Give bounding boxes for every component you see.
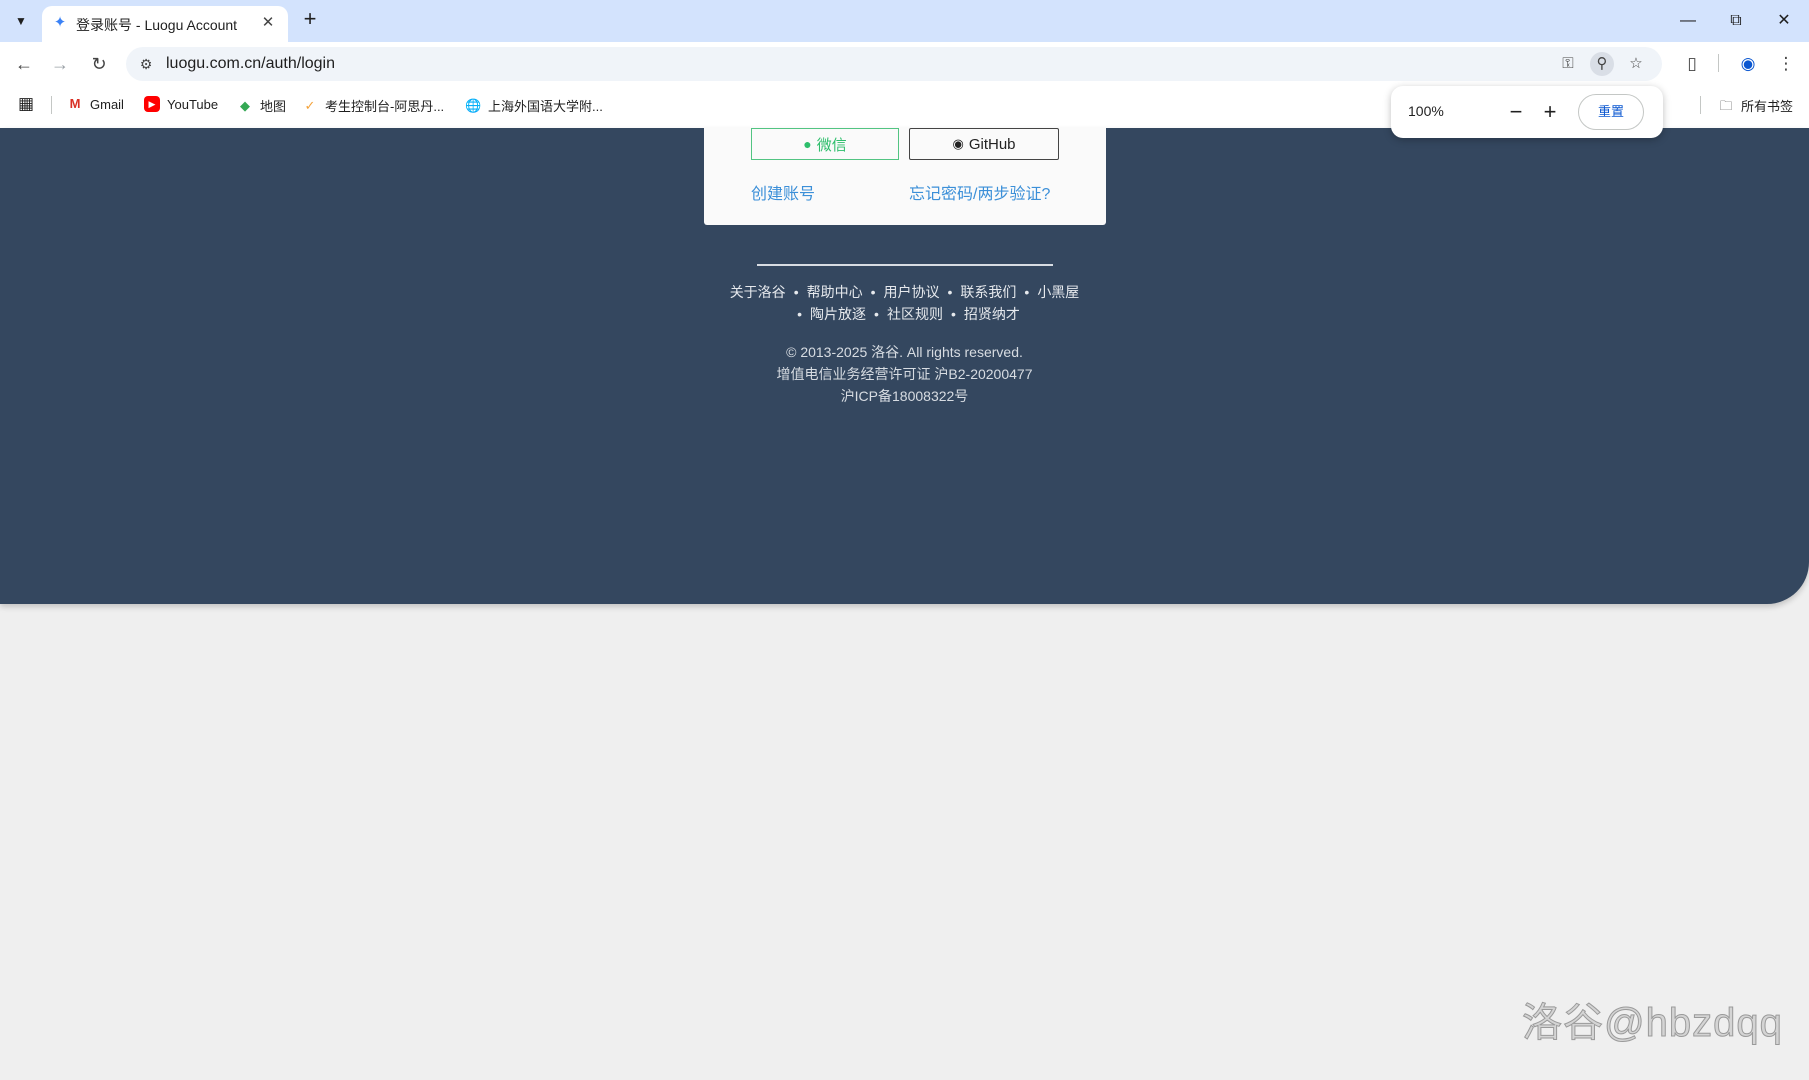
license-link[interactable]: 增值电信业务经营许可证 沪B2-20200477 xyxy=(0,364,1809,384)
create-account-link[interactable]: 创建账号 xyxy=(751,180,815,204)
forward-button[interactable]: → xyxy=(46,50,74,78)
footer-link-about[interactable]: 关于洛谷 xyxy=(730,284,786,300)
reload-button[interactable]: ↻ xyxy=(85,50,113,78)
watermark: 洛谷@hbzdqq xyxy=(1522,1001,1783,1046)
wechat-icon: ● xyxy=(803,136,812,152)
tab-strip: ▼ ✦ 登录账号 - Luogu Account ✕ + — ⧉ ✕ xyxy=(0,0,1809,42)
forgot-password-link[interactable]: 忘记密码/两步验证? xyxy=(909,180,1050,204)
footer-links-row-1: 关于洛谷 • 帮助中心 • 用户协议 • 联系我们 • 小黑屋 xyxy=(0,282,1809,302)
page-content: ● 微信 ◉ GitHub 创建账号 忘记密码/两步验证? 关于洛谷 • 帮助中心 •… xyxy=(0,128,1809,604)
zoom-out-button[interactable]: − xyxy=(1503,99,1529,125)
separator-dot: • xyxy=(874,306,879,322)
bookmark-label: Gmail xyxy=(90,96,124,112)
separator-dot: • xyxy=(1024,284,1030,300)
profile-icon[interactable]: ◉ xyxy=(1734,50,1762,78)
footer-link-ostracism[interactable]: 陶片放逐 xyxy=(810,306,866,322)
password-key-icon[interactable]: ⚿ xyxy=(1556,52,1580,76)
url-text[interactable]: luogu.com.cn/auth/login xyxy=(166,55,335,73)
bookmark-label: 地图 xyxy=(260,99,287,114)
bookmarks-divider xyxy=(1700,96,1701,114)
footer-link-terms[interactable]: 用户协议 xyxy=(884,284,940,300)
footer-link-contact[interactable]: 联系我们 xyxy=(960,284,1016,300)
all-bookmarks-label: 所有书签 xyxy=(1741,99,1794,114)
back-button[interactable]: ← xyxy=(10,50,38,78)
footer-divider xyxy=(757,264,1053,266)
separator-dot: • xyxy=(793,284,799,300)
bookmark-star-icon[interactable]: ☆ xyxy=(1624,52,1648,76)
zoom-level: 100% xyxy=(1408,103,1444,119)
extensions-icon[interactable]: ▯ xyxy=(1678,50,1706,78)
youtube-icon: ▶ xyxy=(144,96,160,112)
browser-toolbar: ← → ↻ ⚙ luogu.com.cn/auth/login ⚿ ⚲ ☆ ▯ … xyxy=(0,42,1809,84)
login-card: ● 微信 ◉ GitHub 创建账号 忘记密码/两步验证? xyxy=(704,128,1106,225)
bookmark-label: 考生控制台-阿思丹... xyxy=(325,99,445,114)
tab-title: 登录账号 - Luogu Account xyxy=(76,17,238,33)
footer-link-help[interactable]: 帮助中心 xyxy=(807,284,863,300)
separator-dot: • xyxy=(870,284,876,300)
zoom-icon[interactable]: ⚲ xyxy=(1590,52,1614,76)
luogu-icon: ✦ xyxy=(53,14,67,31)
toolbar-divider xyxy=(1718,54,1719,72)
wechat-label: 微信 xyxy=(816,136,847,154)
bookmark-sfls[interactable]: 🌐 上海外国语大学附... xyxy=(465,96,603,115)
active-tab[interactable]: ✦ 登录账号 - Luogu Account ✕ xyxy=(42,6,288,42)
zoom-in-button[interactable]: + xyxy=(1537,99,1563,125)
footer-links-row-2: • 陶片放逐 • 社区规则 • 招贤纳才 xyxy=(0,304,1809,324)
separator-dot: • xyxy=(797,306,803,322)
maps-icon: ◆ xyxy=(240,97,250,113)
zoom-reset-button[interactable]: 重置 xyxy=(1578,94,1644,130)
apps-icon[interactable]: ▦ xyxy=(18,94,34,114)
close-tab-icon[interactable]: ✕ xyxy=(258,13,278,33)
footer-link-jobs[interactable]: 招贤纳才 xyxy=(964,306,1020,322)
bookmark-gmail[interactable]: M Gmail xyxy=(67,96,124,112)
address-bar[interactable]: ⚙ luogu.com.cn/auth/login ⚿ ⚲ ☆ xyxy=(126,47,1662,81)
icp-link[interactable]: 沪ICP备18008322号 xyxy=(0,386,1809,406)
globe-icon: 🌐 xyxy=(465,97,482,113)
gmail-icon: M xyxy=(69,96,81,111)
bookmark-youtube[interactable]: ▶ YouTube xyxy=(144,96,218,112)
close-window-button[interactable]: ✕ xyxy=(1764,6,1804,36)
menu-icon[interactable]: ⋮ xyxy=(1772,50,1800,78)
bookmark-label: 上海外国语大学附... xyxy=(488,99,603,114)
folder-icon: 🗀 xyxy=(1719,97,1733,113)
copyright-text: © 2013-2025 洛谷. All rights reserved. xyxy=(786,344,1023,360)
github-icon: ◉ xyxy=(952,136,964,151)
wechat-login-button[interactable]: ● 微信 xyxy=(751,128,899,160)
all-bookmarks-folder[interactable]: 🗀 所有书签 xyxy=(1718,96,1793,115)
tab-search-button[interactable]: ▼ xyxy=(8,8,34,34)
bookmark-ap-console[interactable]: ✓ 考生控制台-阿思丹... xyxy=(302,96,445,115)
bookmark-label: YouTube xyxy=(167,96,219,112)
restore-button[interactable]: ⧉ xyxy=(1716,6,1756,36)
ap-icon: ✓ xyxy=(304,97,316,113)
bookmarks-divider xyxy=(51,96,52,114)
footer-link-community-rules[interactable]: 社区规则 xyxy=(887,306,943,322)
separator-dot: • xyxy=(947,284,953,300)
separator-dot: • xyxy=(950,306,956,322)
bookmark-maps[interactable]: ◆ 地图 xyxy=(237,96,286,115)
new-tab-button[interactable]: + xyxy=(298,8,322,32)
github-login-button[interactable]: ◉ GitHub xyxy=(909,128,1059,160)
footer-link-blackroom[interactable]: 小黑屋 xyxy=(1037,284,1079,300)
minimize-button[interactable]: — xyxy=(1668,6,1708,36)
site-info-icon[interactable]: ⚙ xyxy=(136,54,156,74)
github-label: GitHub xyxy=(968,135,1016,153)
zoom-popup: 100% − + 重置 xyxy=(1391,86,1663,138)
